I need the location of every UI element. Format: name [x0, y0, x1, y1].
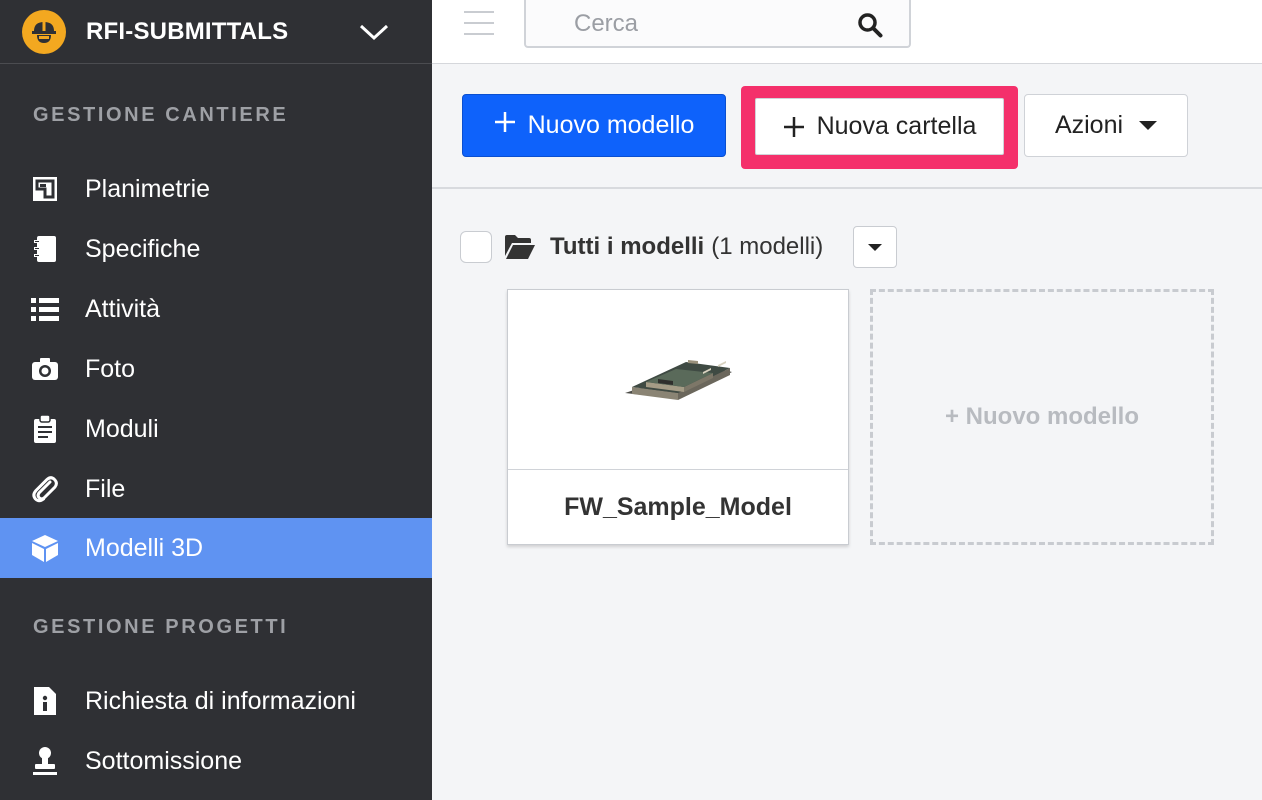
- sidebar-item-attivita[interactable]: Attività: [0, 279, 432, 339]
- building-model-image: [625, 360, 732, 400]
- new-model-card-label: + Nuovo modello: [944, 403, 1139, 430]
- top-bar: Cerca: [432, 0, 1262, 64]
- sidebar-item-foto[interactable]: Foto: [0, 339, 432, 399]
- select-all-checkbox[interactable]: [460, 231, 492, 263]
- sidebar-item-label: Foto: [85, 354, 136, 383]
- model-name: FW_Sample_Model: [564, 493, 792, 521]
- plus-icon: [494, 111, 516, 140]
- cube-icon: [30, 533, 60, 563]
- section-title-projects: GESTIONE PROGETTI: [33, 616, 289, 638]
- new-folder-label: Nuova cartella: [816, 112, 977, 140]
- actions-dropdown-button[interactable]: Azioni: [1024, 94, 1188, 157]
- sidebar-item-label: Moduli: [85, 414, 159, 443]
- project-selector[interactable]: RFI-SUBMITTALS: [0, 0, 432, 64]
- sidebar-item-richiesta-informazioni[interactable]: Richiesta di informazioni: [0, 671, 432, 731]
- caret-down-icon: [1139, 121, 1158, 130]
- sidebar-item-label: Sottomissione: [85, 746, 243, 775]
- folder-header: Tutti i modelli (1 modelli): [460, 226, 920, 268]
- folder-options-dropdown[interactable]: [853, 226, 897, 268]
- sidebar-item-label: Specifiche: [85, 234, 201, 263]
- sidebar-item-sottomissione[interactable]: Sottomissione: [0, 731, 432, 791]
- list-icon: [30, 294, 60, 324]
- caret-down-icon: [868, 243, 882, 251]
- new-model-button[interactable]: Nuovo modello: [462, 94, 726, 157]
- sidebar-item-planimetrie[interactable]: Planimetrie: [0, 159, 432, 219]
- search-placeholder: Cerca: [574, 10, 639, 37]
- worker-helmet-logo: [22, 9, 66, 54]
- stamp-icon: [30, 746, 60, 776]
- folder-count: (1 modelli): [711, 233, 824, 260]
- sidebar: RFI-SUBMITTALS GESTIONE CANTIERE Planime…: [0, 0, 432, 800]
- new-folder-button[interactable]: Nuova cartella: [755, 98, 1004, 155]
- sidebar-item-moduli[interactable]: Moduli: [0, 399, 432, 459]
- toolbar: Nuovo modello Nuova cartella Azioni: [432, 65, 1262, 189]
- sidebar-item-label: File: [85, 474, 126, 503]
- folder-title: Tutti i modelli: [550, 233, 705, 260]
- sidebar-item-file[interactable]: File: [0, 459, 432, 519]
- blueprint-icon: [30, 174, 60, 204]
- sidebar-item-label: Richiesta di informazioni: [85, 686, 356, 715]
- new-model-label: Nuovo modello: [527, 111, 695, 139]
- model-thumbnail: [508, 290, 848, 470]
- folder-open-icon: [504, 234, 536, 260]
- hamburger-menu-icon[interactable]: [464, 11, 494, 37]
- search-icon[interactable]: [857, 12, 883, 38]
- model-card[interactable]: FW_Sample_Model: [507, 289, 849, 545]
- search-input[interactable]: Cerca: [524, 0, 911, 48]
- plus-icon: [783, 116, 805, 138]
- actions-label: Azioni: [1054, 111, 1124, 139]
- info-document-icon: [30, 686, 60, 716]
- sidebar-item-label: Planimetrie: [85, 174, 211, 203]
- notebook-icon: [30, 234, 60, 264]
- sidebar-item-label: Modelli 3D: [85, 533, 204, 562]
- clipboard-icon: [30, 414, 60, 444]
- project-name: RFI-SUBMITTALS: [86, 17, 289, 45]
- sidebar-item-specifiche[interactable]: Specifiche: [0, 219, 432, 279]
- camera-icon: [30, 354, 60, 384]
- section-title-site: GESTIONE CANTIERE: [33, 104, 289, 126]
- sidebar-item-modelli-3d[interactable]: Modelli 3D: [0, 518, 432, 578]
- new-model-card[interactable]: + Nuovo modello: [870, 289, 1214, 545]
- chevron-down-icon[interactable]: [358, 16, 390, 48]
- paperclip-icon: [30, 474, 60, 504]
- sidebar-item-label: Attività: [85, 294, 161, 323]
